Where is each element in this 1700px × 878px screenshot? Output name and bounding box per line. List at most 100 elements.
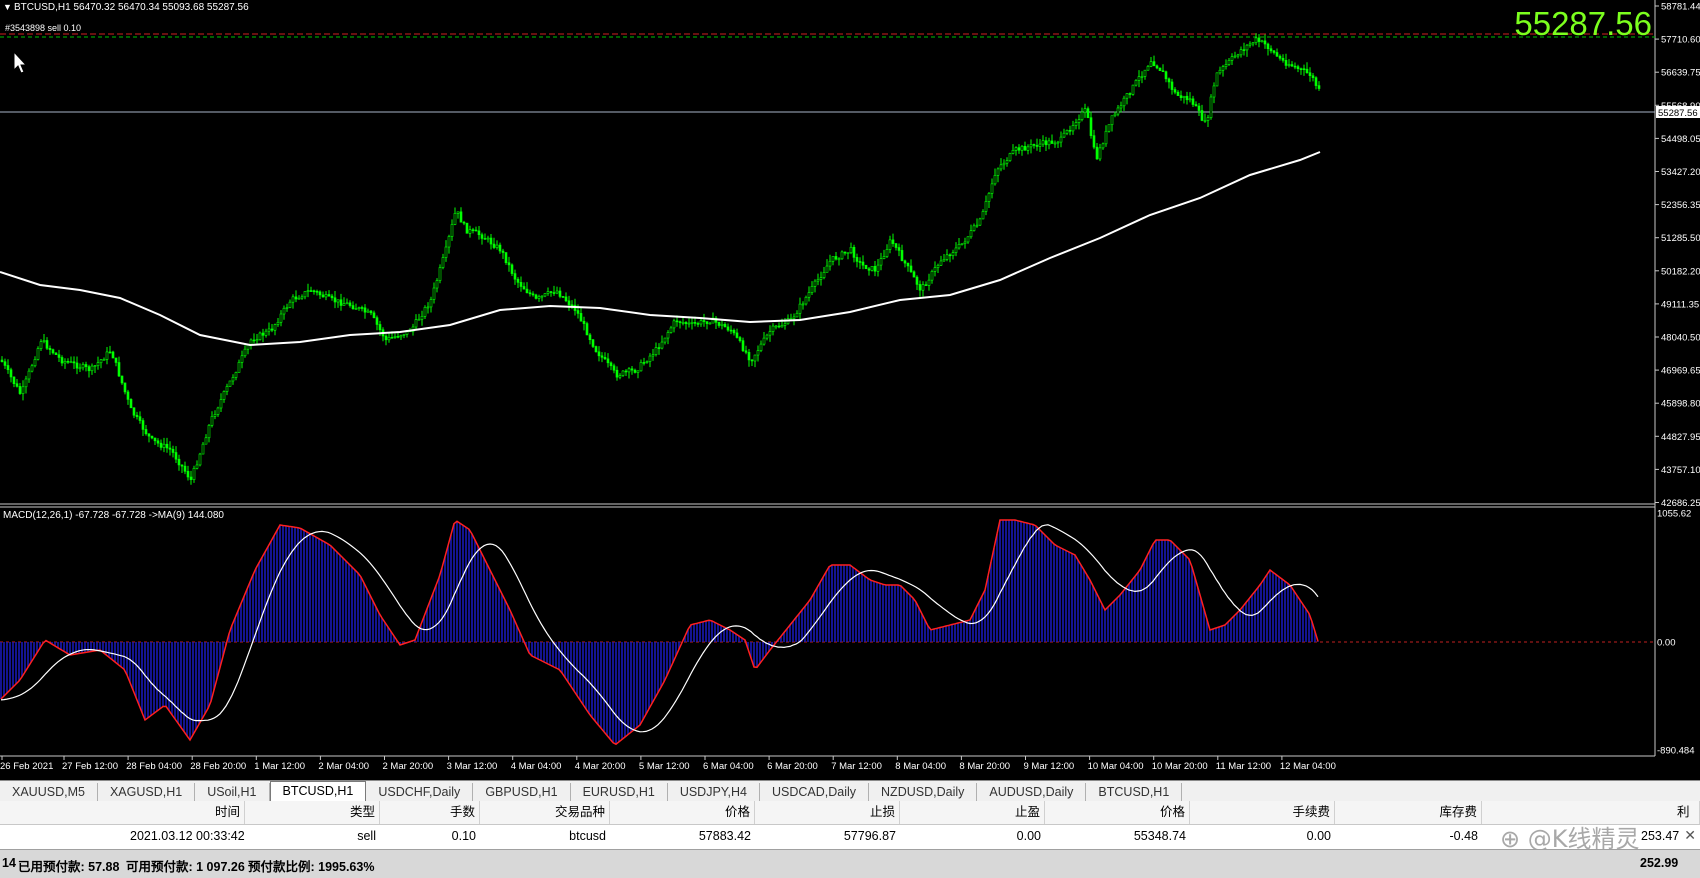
column-header[interactable]: 手数 (385, 801, 480, 824)
candle-body (93, 365, 97, 367)
candle-body (957, 244, 961, 249)
tab-gbpusd-h1[interactable]: GBPUSD,H1 (473, 783, 571, 802)
candle-body (1203, 120, 1207, 122)
candle-body (699, 320, 703, 325)
big-price: 55287.56 (1514, 5, 1652, 42)
candle-body (282, 307, 286, 315)
candle-body (969, 230, 973, 238)
candle-body (486, 237, 490, 240)
column-header[interactable]: 止盈 (905, 801, 1045, 824)
tab-audusd-daily[interactable]: AUDUSD,Daily (977, 783, 1087, 802)
tab-btcusd-h1[interactable]: BTCUSD,H1 (1086, 783, 1183, 802)
candle-body (21, 386, 25, 394)
candle-body (1164, 71, 1168, 80)
column-header[interactable]: 止损 (760, 801, 900, 824)
column-header[interactable]: 库存费 (1340, 801, 1482, 824)
candle-body (876, 264, 880, 272)
candle-body (66, 361, 70, 363)
candle-body (951, 252, 955, 256)
tab-usdjpy-h4[interactable]: USDJPY,H4 (668, 783, 760, 802)
candle-body (1266, 43, 1270, 49)
tab-xauusd-m5[interactable]: XAUUSD,M5 (0, 783, 98, 802)
candle-body (600, 355, 604, 358)
collapse-icon[interactable]: ▼ (3, 2, 12, 12)
candle-body (531, 293, 535, 296)
candle-body (234, 372, 238, 378)
price-axis-label: 54498.05 (1661, 134, 1700, 145)
price-axis-label: 44827.95 (1661, 432, 1700, 443)
candle-body (153, 437, 157, 442)
candle-body (195, 464, 199, 469)
price-axis-label: 50182.20 (1661, 266, 1700, 277)
candle-body (387, 337, 391, 341)
candle-body (1221, 66, 1225, 71)
candle-body (648, 355, 652, 362)
table-cell: 57883.42 (698, 829, 751, 843)
tab-usdchf-daily[interactable]: USDCHF,Daily (366, 783, 474, 802)
macd-axis-label: -890.484 (1657, 746, 1695, 757)
candle-body (354, 308, 358, 310)
column-header[interactable]: 类型 (250, 801, 380, 824)
candle-body (1101, 143, 1105, 149)
candle-body (12, 376, 16, 384)
candle-body (255, 339, 259, 342)
candle-body (336, 299, 340, 303)
tab-usoil-h1[interactable]: USoil,H1 (195, 783, 270, 802)
candle-body (540, 295, 544, 298)
candle-body (1200, 110, 1204, 121)
candle-body (792, 316, 796, 319)
candle-body (717, 322, 721, 326)
candle-body (1182, 95, 1186, 98)
macd-axis-label: 1055.62 (1657, 509, 1691, 520)
close-icon[interactable]: ✕ (1684, 827, 1696, 844)
candle-body (258, 332, 262, 340)
price-axis-label: 55568.90 (1661, 101, 1700, 112)
column-header[interactable]: 价格 (1050, 801, 1190, 824)
candle-body (1209, 96, 1213, 118)
candle-body (630, 368, 634, 371)
time-axis-label: 10 Mar 20:00 (1152, 761, 1208, 772)
candle-body (129, 399, 133, 409)
column-header[interactable]: 交易品种 (485, 801, 610, 824)
table-row[interactable]: 2021.03.12 00:33:42 sell 0.10 btcusd 57883.4… (0, 825, 1700, 848)
candle-body (1059, 136, 1063, 143)
candle-body (63, 361, 67, 364)
time-axis-label: 1 Mar 12:00 (254, 761, 305, 772)
candle-body (489, 237, 493, 245)
candle-body (1080, 111, 1084, 120)
price-axis-label: 53427.20 (1661, 167, 1700, 178)
candle-body (318, 291, 322, 296)
candle-body (1056, 141, 1060, 144)
candle-body (123, 382, 127, 393)
price-chart[interactable]: ▼ BTCUSD,H1 56470.32 56470.34 55093.68 5… (0, 0, 1700, 780)
time-axis-label: 12 Mar 04:00 (1280, 761, 1336, 772)
candle-body (72, 361, 76, 364)
candle-body (432, 287, 436, 300)
tab-usdcad-daily[interactable]: USDCAD,Daily (760, 783, 870, 802)
candle-body (1041, 140, 1045, 145)
candle-body (495, 244, 499, 248)
candle-body (1257, 37, 1261, 42)
candle-body (663, 337, 667, 343)
candle-body (825, 265, 829, 273)
candle-body (471, 229, 475, 231)
column-header[interactable]: 价格 (615, 801, 755, 824)
candle-body (384, 335, 388, 341)
candle-body (450, 224, 454, 237)
status-free-margin: 可用预付款: 1 097.26 (126, 860, 245, 874)
candle-body (1104, 130, 1108, 145)
column-header[interactable]: 手续费 (1195, 801, 1335, 824)
candle-body (861, 261, 865, 266)
tab-nzdusd-daily[interactable]: NZDUSD,Daily (869, 783, 978, 802)
candle-body (396, 336, 400, 338)
candle-body (618, 375, 622, 378)
time-axis-label: 2 Mar 04:00 (318, 761, 369, 772)
candle-body (132, 407, 136, 416)
tab-eurusd-h1[interactable]: EURUSD,H1 (571, 783, 668, 802)
tab-xagusd-h1[interactable]: XAGUSD,H1 (98, 783, 196, 802)
candle-body (1275, 52, 1279, 57)
tab-btcusd-h1[interactable]: BTCUSD,H1 (269, 781, 367, 802)
candle-body (624, 370, 628, 373)
candle-body (252, 339, 256, 342)
column-header[interactable]: 时间 (130, 801, 245, 824)
